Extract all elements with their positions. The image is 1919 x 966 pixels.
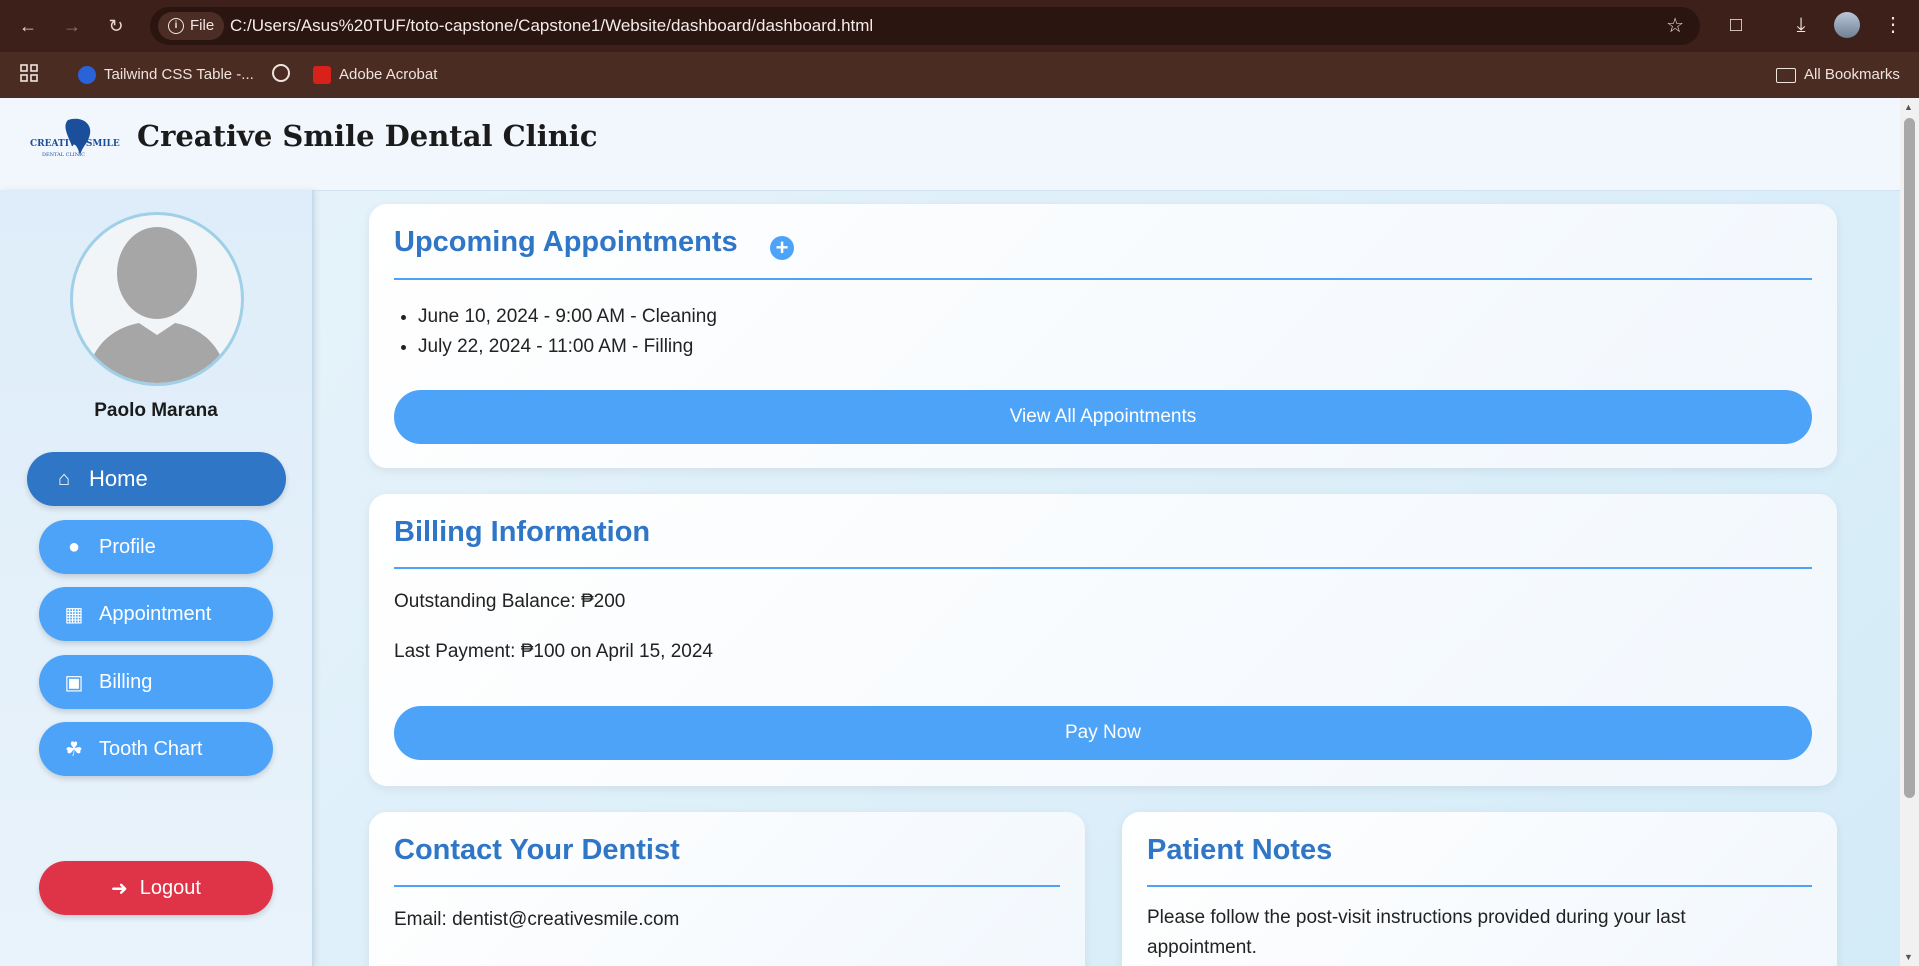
profile-picture — [70, 212, 244, 386]
globe-icon[interactable] — [272, 64, 290, 82]
page-scrollbar[interactable]: ▲ ▼ — [1900, 98, 1919, 966]
bookmark-tailwind[interactable]: Tailwind CSS Table -... — [78, 64, 254, 86]
info-icon: i — [168, 18, 184, 34]
nav-appointment[interactable]: ▦ Appointment — [39, 587, 273, 641]
divider — [1147, 885, 1812, 887]
user-name: Paolo Marana — [94, 400, 218, 421]
logo-text: CREATIVE SMILE — [30, 139, 120, 149]
nav-label: Billing — [99, 670, 153, 693]
list-item: June 10, 2024 - 9:00 AM - Cleaning — [418, 302, 717, 332]
forward-icon[interactable]: → — [60, 14, 84, 38]
home-icon: ⌂ — [57, 467, 71, 490]
nav-label: Profile — [99, 535, 156, 558]
extensions-icon[interactable]: □ — [1723, 12, 1749, 38]
add-appointment-icon[interactable]: + — [770, 236, 794, 260]
logo-subtext: DENTAL CLINIC — [42, 152, 85, 158]
bookmarks-bar: Tailwind CSS Table -... Adobe Acrobat Al… — [0, 52, 1919, 98]
page-title: Creative Smile Dental Clinic — [137, 119, 598, 153]
dashboard-page: CREATIVE SMILE DENTAL CLINIC Creative Sm… — [0, 98, 1900, 966]
profile-avatar-icon[interactable] — [1834, 12, 1860, 38]
patient-notes-card: Patient Notes Please follow the post-vis… — [1122, 812, 1837, 966]
site-info-chip[interactable]: i File — [158, 12, 225, 40]
logout-button[interactable]: ➜ Logout — [39, 861, 273, 915]
appointments-title: Upcoming Appointments — [394, 226, 738, 258]
nav-home[interactable]: ⌂ Home — [27, 452, 286, 506]
pay-now-button[interactable]: Pay Now — [394, 706, 1812, 760]
calendar-icon: ▦ — [64, 603, 84, 626]
logout-label: Logout — [139, 876, 201, 899]
appointment-list: June 10, 2024 - 9:00 AM - Cleaning July … — [394, 302, 717, 362]
file-chip-label: File — [190, 17, 215, 34]
divider — [394, 885, 1060, 887]
tailwind-favicon-icon — [78, 66, 96, 84]
nav-label: Tooth Chart — [99, 737, 203, 760]
url-text[interactable]: C:/Users/Asus%20TUF/toto-capstone/Capsto… — [230, 7, 873, 45]
last-payment: Last Payment: ₱100 on April 15, 2024 — [394, 641, 713, 662]
notes-text: Please follow the post-visit instruction… — [1147, 907, 1686, 958]
scroll-down-icon[interactable]: ▼ — [1904, 952, 1913, 962]
folder-icon — [1776, 67, 1796, 83]
download-icon[interactable]: ⤓ — [1788, 12, 1814, 38]
all-bookmarks-label: All Bookmarks — [1804, 66, 1900, 83]
address-bar[interactable]: i File C:/Users/Asus%20TUF/toto-capstone… — [150, 7, 1700, 45]
nav-billing[interactable]: ▣ Billing — [39, 655, 273, 709]
back-icon[interactable]: ← — [16, 14, 40, 38]
all-bookmarks[interactable]: All Bookmarks — [1776, 64, 1900, 86]
nav-tooth-chart[interactable]: ☘ Tooth Chart — [39, 722, 273, 776]
list-item: July 22, 2024 - 11:00 AM - Filling — [418, 332, 717, 362]
site-header: CREATIVE SMILE DENTAL CLINIC Creative Sm… — [0, 98, 1900, 191]
nav-label: Home — [89, 466, 148, 491]
bookmark-label: Adobe Acrobat — [339, 66, 438, 83]
clinic-logo: CREATIVE SMILE DENTAL CLINIC — [28, 116, 122, 164]
browser-toolbar: ← → ↻ i File C:/Users/Asus%20TUF/toto-ca… — [0, 0, 1919, 52]
dentist-email: Email: dentist@creativesmile.com — [394, 909, 680, 930]
contact-card: Contact Your Dentist Email: dentist@crea… — [369, 812, 1085, 966]
sidebar: Paolo Marana ⌂ Home ● Profile ▦ Appointm… — [0, 190, 314, 966]
appointments-card: Upcoming Appointments + June 10, 2024 - … — [369, 204, 1837, 468]
invoice-icon: ▣ — [64, 671, 84, 694]
bookmark-star-icon[interactable]: ☆ — [1666, 13, 1684, 38]
divider — [394, 278, 1812, 280]
acrobat-icon — [313, 66, 331, 84]
billing-card: Billing Information Outstanding Balance:… — [369, 494, 1837, 786]
tooth-icon: ☘ — [65, 738, 83, 761]
divider — [394, 567, 1812, 569]
bookmark-adobe[interactable]: Adobe Acrobat — [313, 64, 437, 86]
user-silhouette-icon — [87, 227, 227, 383]
bookmark-label: Tailwind CSS Table -... — [104, 66, 254, 83]
menu-icon[interactable]: ⋮ — [1880, 12, 1906, 38]
nav-label: Appointment — [99, 602, 212, 625]
notes-title: Patient Notes — [1147, 834, 1333, 866]
sign-out-icon: ➜ — [111, 877, 128, 900]
view-all-appointments-button[interactable]: View All Appointments — [394, 390, 1812, 444]
billing-title: Billing Information — [394, 516, 651, 548]
user-icon: ● — [67, 535, 81, 558]
scroll-up-icon[interactable]: ▲ — [1904, 102, 1913, 112]
scroll-thumb[interactable] — [1904, 118, 1915, 798]
nav-profile[interactable]: ● Profile — [39, 520, 273, 574]
apps-grid-icon[interactable] — [20, 64, 38, 82]
browser-chrome: ← → ↻ i File C:/Users/Asus%20TUF/toto-ca… — [0, 0, 1919, 98]
reload-icon[interactable]: ↻ — [104, 14, 128, 38]
outstanding-balance: Outstanding Balance: ₱200 — [394, 591, 626, 612]
contact-title: Contact Your Dentist — [394, 834, 680, 866]
